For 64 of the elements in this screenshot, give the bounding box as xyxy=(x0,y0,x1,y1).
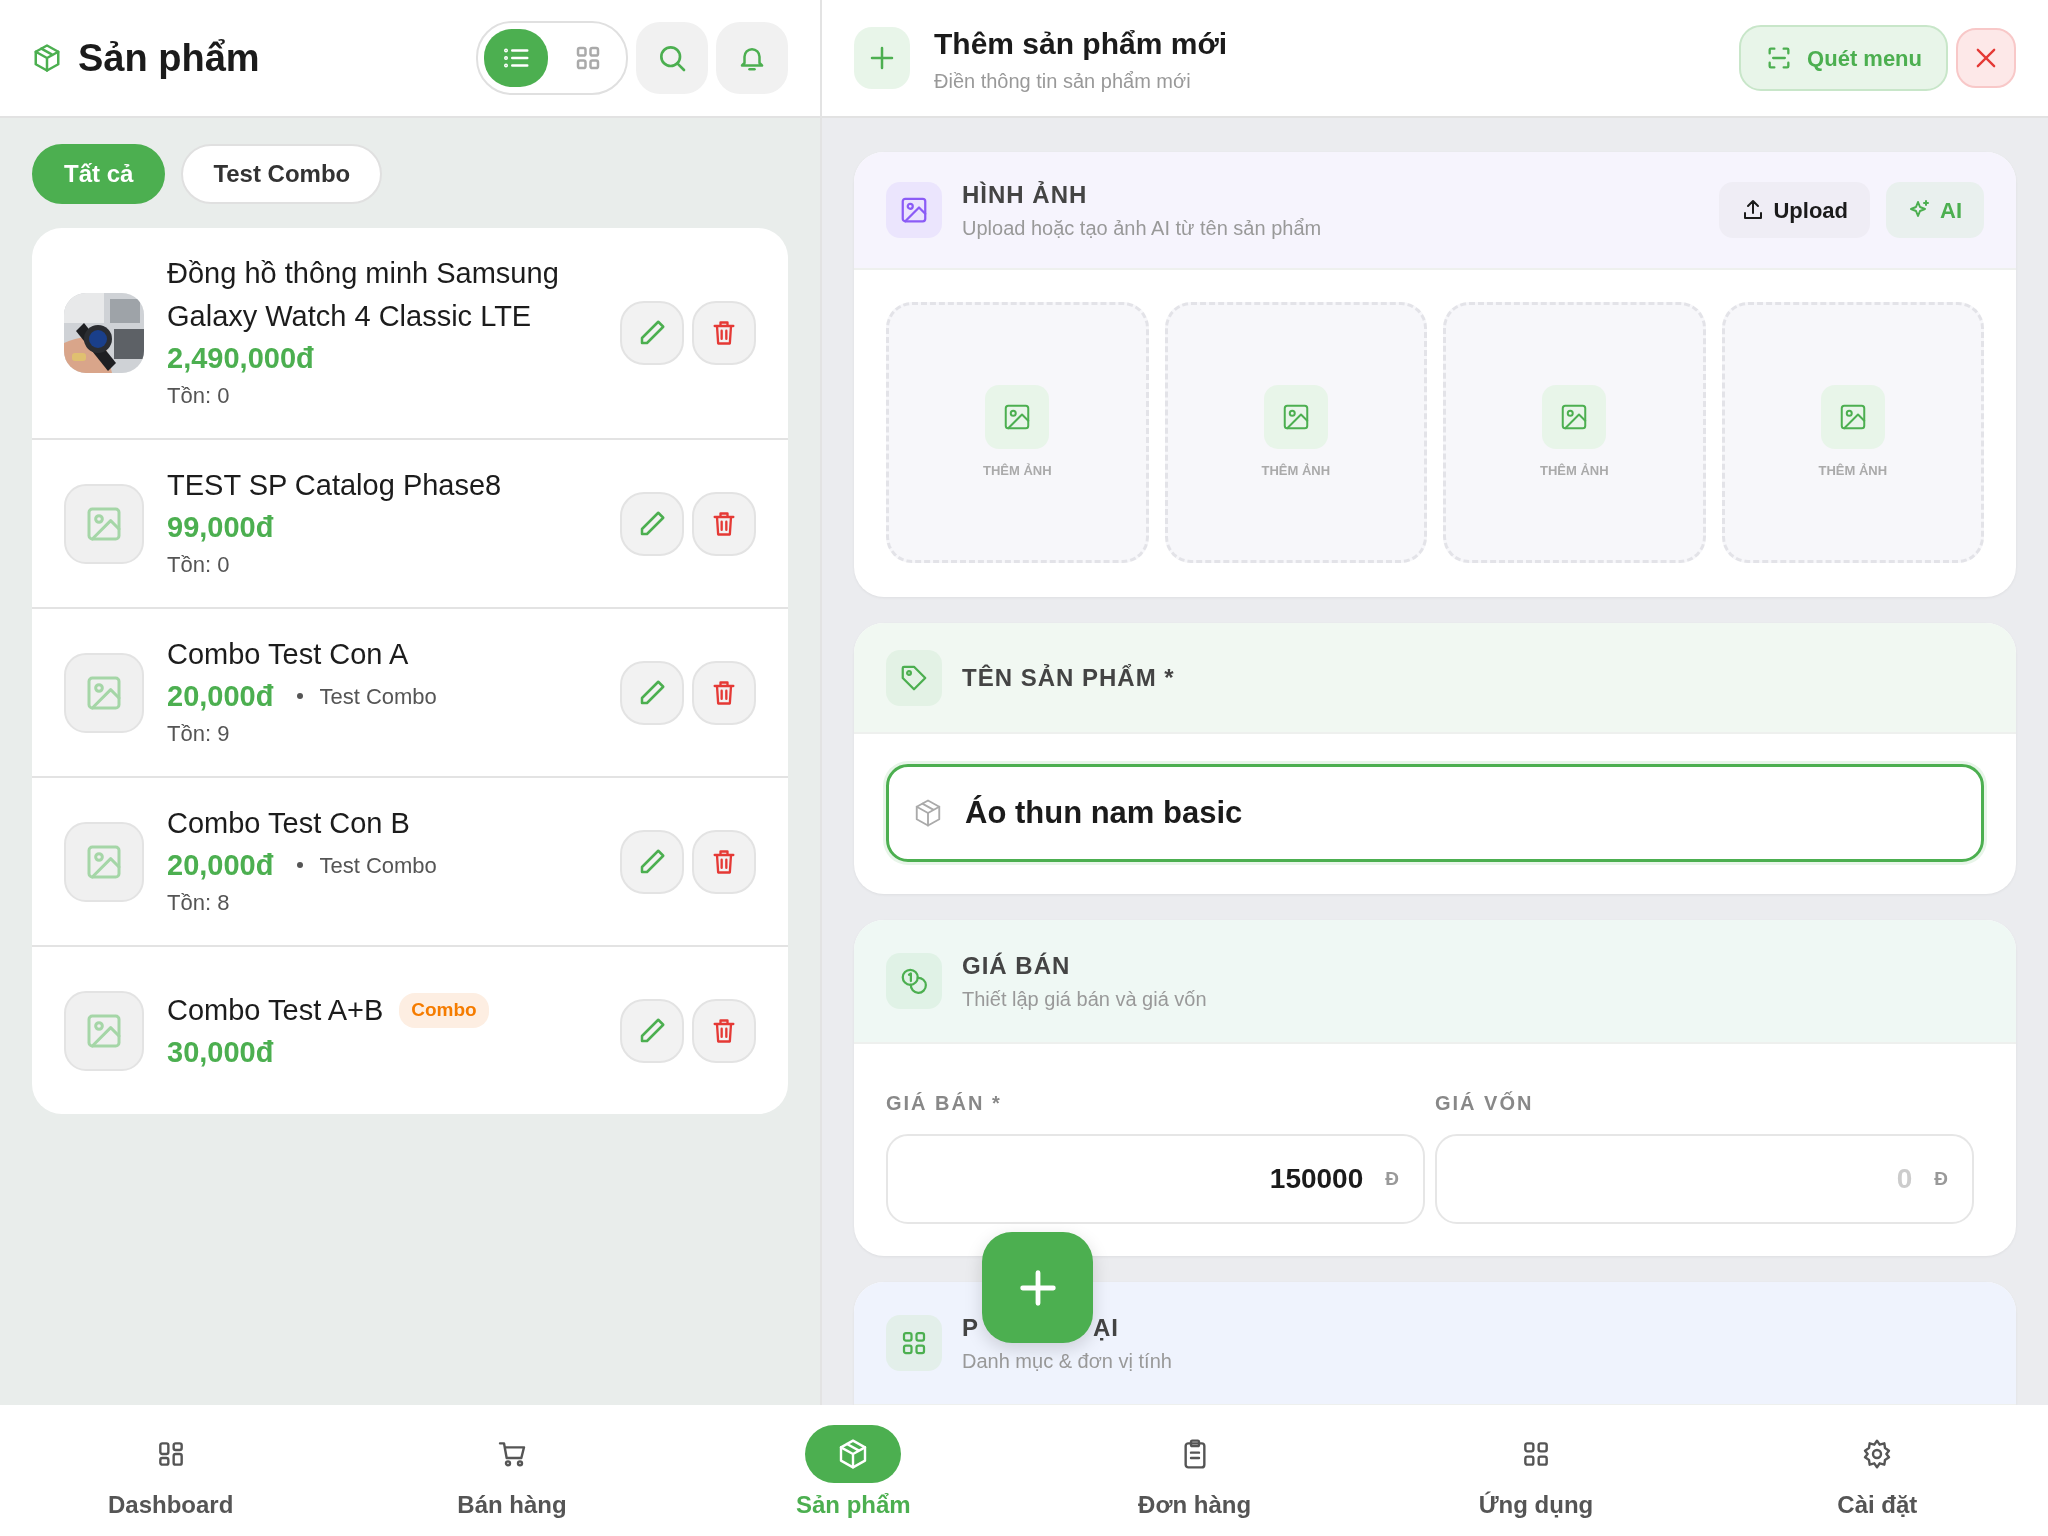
product-price: 20,000đ xyxy=(167,848,274,883)
section-title: ẠI xyxy=(1093,1313,1119,1343)
section-title: GIÁ BÁN xyxy=(962,951,1072,981)
nav-tab[interactable]: Cài đặt xyxy=(1706,1405,2048,1536)
product-name: Combo Test A+B xyxy=(167,993,384,1028)
product-price: 20,000đ xyxy=(167,679,274,714)
field-label: GIÁ BÁN * xyxy=(886,1091,1003,1116)
nav-tab[interactable]: Ứng dụng xyxy=(1365,1405,1707,1536)
product-price: 30,000đ xyxy=(167,1035,274,1070)
section-title: TÊN SẢN PHẨM * xyxy=(962,662,1175,693)
stock-count: Tồn: 8 xyxy=(167,889,231,917)
currency-unit: Đ xyxy=(1934,1166,1948,1191)
section-title: P xyxy=(962,1313,979,1343)
name-input[interactable]: Áo thun nam basic xyxy=(963,767,1957,859)
product-name: Đồng hồ thông minh Samsung Galaxy Watch 4 Classic LTE xyxy=(167,256,560,334)
nav-tab[interactable]: Dashboard xyxy=(0,1405,342,1536)
combo-badge: Combo xyxy=(399,993,489,1028)
search-button[interactable] xyxy=(636,22,708,94)
delete-button[interactable] xyxy=(692,301,756,365)
form-subtitle: Điền thông tin sản phẩm mới xyxy=(934,68,1192,94)
section-title: HÌNH ẢNH xyxy=(962,180,1089,210)
delete-button[interactable] xyxy=(692,829,756,894)
filter-chip[interactable]: Test Combo xyxy=(181,144,383,204)
cube-icon xyxy=(913,798,943,828)
edit-button[interactable] xyxy=(620,660,684,725)
form-title: Thêm sản phẩm mới xyxy=(934,25,1228,62)
separator-dot xyxy=(297,693,304,699)
delete-button[interactable] xyxy=(692,491,756,556)
image-icon xyxy=(899,195,929,225)
nav-tab[interactable]: Bán hàng xyxy=(341,1405,683,1536)
name-field[interactable]: Áo thun nam basic xyxy=(886,764,1984,862)
edit-button[interactable] xyxy=(620,998,684,1063)
delete-button[interactable] xyxy=(692,998,756,1063)
add-button[interactable] xyxy=(982,1232,1093,1343)
section-subtitle: Upload hoặc tạo ảnh AI từ tên sản phẩm xyxy=(962,216,1322,241)
product-price: 2,490,000đ xyxy=(167,341,314,376)
product-price: 99,000đ xyxy=(167,510,274,545)
product-category: Test Combo xyxy=(319,851,437,880)
section-subtitle: Danh mục & đơn vị tính xyxy=(962,1349,1172,1374)
notification-button[interactable] xyxy=(716,22,788,94)
nav-tab[interactable]: Đơn hàng xyxy=(1024,1405,1366,1536)
product-category: Test Combo xyxy=(319,682,437,711)
close-button[interactable] xyxy=(1956,28,2016,88)
price-input[interactable]: 150000 xyxy=(912,1136,1366,1222)
edit-button[interactable] xyxy=(620,829,684,894)
stock-count: Tồn: 0 xyxy=(167,551,231,579)
price-field[interactable]: 150000 Đ xyxy=(886,1134,1425,1224)
coins-icon xyxy=(899,966,929,996)
page-title: Sản phẩm xyxy=(78,35,260,81)
list-view-button[interactable] xyxy=(484,29,548,87)
upload-button[interactable]: Upload xyxy=(1719,182,1870,238)
field-label: GIÁ VỐN xyxy=(1435,1090,1535,1116)
product-name: Combo Test Con A xyxy=(167,637,409,672)
currency-unit: Đ xyxy=(1385,1166,1399,1191)
product-name: Combo Test Con B xyxy=(167,806,410,841)
product-name: TEST SP Catalog Phase8 xyxy=(167,468,502,503)
separator-dot xyxy=(297,862,304,868)
section-subtitle: Thiết lập giá bán và giá vốn xyxy=(962,987,1207,1012)
stock-count: Tồn: 0 xyxy=(167,382,231,410)
edit-button[interactable] xyxy=(620,491,684,556)
cube-icon xyxy=(32,43,62,73)
edit-button[interactable] xyxy=(620,301,684,365)
delete-button[interactable] xyxy=(692,660,756,725)
stock-count: Tồn: 9 xyxy=(167,720,231,748)
